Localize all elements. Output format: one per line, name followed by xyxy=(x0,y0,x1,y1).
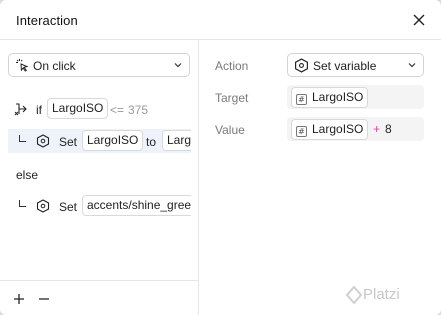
number-variable-icon: # xyxy=(296,126,307,137)
condition-if-row[interactable]: if LargoISO <= 375 xyxy=(0,97,199,121)
action-label: Action xyxy=(215,59,249,73)
then-value-chip[interactable]: Larg xyxy=(162,130,191,151)
target-variable-chip[interactable]: # LargoISO xyxy=(291,87,369,108)
target-field[interactable]: # LargoISO xyxy=(287,85,424,109)
logic-footer xyxy=(0,280,199,315)
interaction-dialog: Interaction On click if LargoISO <= 375 … xyxy=(0,0,441,315)
if-variable-chip[interactable]: LargoISO xyxy=(47,98,109,119)
else-keyword: else xyxy=(16,168,39,182)
value-operator[interactable]: + xyxy=(373,122,380,136)
action-value: Set variable xyxy=(313,59,377,73)
chevron-down-icon xyxy=(408,63,416,68)
add-icon[interactable] xyxy=(12,292,26,306)
else-verb: Set xyxy=(59,200,78,214)
set-variable-icon xyxy=(36,199,50,213)
value-variable-chip[interactable]: # LargoISO xyxy=(291,119,369,140)
else-action-row[interactable]: Set accents/shine_gree xyxy=(0,194,199,218)
value-variable-name: LargoISO xyxy=(312,122,364,136)
then-action-row[interactable]: Set LargoISO to Larg xyxy=(8,129,191,153)
branch-connector xyxy=(19,200,26,207)
value-field[interactable]: # LargoISO + 8 xyxy=(287,117,424,141)
else-variable-chip[interactable]: accents/shine_gree xyxy=(82,195,191,216)
logic-panel: On click if LargoISO <= 375 Set LargoISO… xyxy=(0,40,199,315)
watermark: Platzi xyxy=(363,286,400,303)
trigger-select[interactable]: On click xyxy=(8,53,190,77)
set-variable-icon xyxy=(295,58,308,73)
trigger-label: On click xyxy=(33,59,76,73)
value-label: Value xyxy=(215,123,245,137)
set-variable-icon xyxy=(36,134,50,148)
number-variable-icon: # xyxy=(296,94,307,105)
properties-panel: Action Set variable Target # LargoISO Val… xyxy=(200,40,441,315)
remove-icon[interactable] xyxy=(37,292,51,306)
branch-connector xyxy=(19,135,26,142)
value-number[interactable]: 8 xyxy=(385,122,392,136)
action-select[interactable]: Set variable xyxy=(287,53,424,77)
target-variable-name: LargoISO xyxy=(312,90,364,104)
if-value[interactable]: 375 xyxy=(128,103,148,117)
if-keyword: if xyxy=(36,103,42,117)
cursor-click-icon xyxy=(16,59,29,72)
then-variable-chip[interactable]: LargoISO xyxy=(82,130,144,151)
else-row: else xyxy=(0,162,199,186)
if-operator[interactable]: <= xyxy=(110,103,124,117)
then-connector: to xyxy=(146,135,157,149)
platzi-logo-icon xyxy=(346,286,362,304)
dialog-header: Interaction xyxy=(0,0,441,40)
chevron-down-icon xyxy=(174,63,182,68)
close-icon[interactable] xyxy=(409,10,429,30)
then-verb: Set xyxy=(59,135,78,149)
dialog-title: Interaction xyxy=(16,13,78,28)
target-label: Target xyxy=(215,91,249,105)
branch-condition-icon xyxy=(14,103,27,116)
